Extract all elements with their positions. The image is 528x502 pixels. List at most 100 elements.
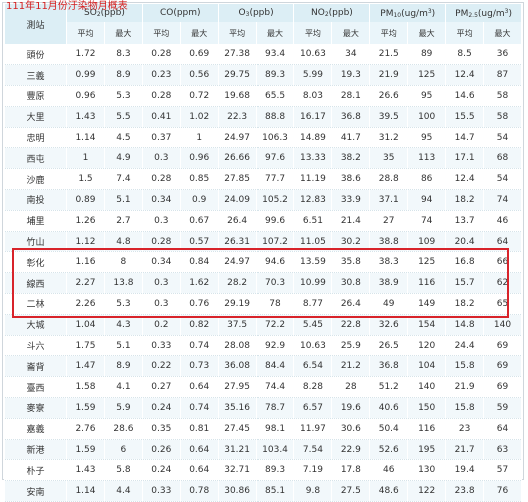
so2-max-cell: 8.9 <box>103 64 143 87</box>
pm25-avg-cell: 14.7 <box>445 127 485 149</box>
so2-max-cell: 5.3 <box>103 293 143 315</box>
pm25-avg-cell: 18.2 <box>445 189 485 211</box>
table-row: 新港 1.59 6 0.26 0.64 31.21 103.4 7.54 22.9 52.6 195… <box>3 439 522 461</box>
co-max-cell: 0.67 <box>179 210 219 232</box>
pm25-avg-cell: 17.1 <box>445 147 485 170</box>
pm10-avg-cell: 27 <box>369 210 409 232</box>
o3-max-cell: 74.4 <box>255 376 295 399</box>
no2-max-cell: 26.4 <box>331 293 371 315</box>
so2-max-cell: 7.4 <box>103 168 143 191</box>
co-avg-cell: 0.3 <box>141 293 181 315</box>
no2-max-cell: 21.2 <box>331 355 371 378</box>
pm10-avg-cell: 39.5 <box>369 106 409 128</box>
co-avg-cell: 0.24 <box>141 397 181 419</box>
table-row: 朴子 1.43 5.8 0.24 0.64 32.71 89.3 7.19 17.8 46 130 1… <box>3 459 522 482</box>
station-name-cell: 新港 <box>3 439 68 461</box>
no2-max-cell: 33.9 <box>331 189 371 211</box>
pm25-max-cell: 58 <box>483 106 522 128</box>
o3-avg-cell: 37.5 <box>217 314 257 336</box>
so2-avg-cell: 1 <box>66 147 105 170</box>
o3-avg-cell: 36.08 <box>217 355 257 378</box>
table-row: 臺西 1.58 4.1 0.27 0.64 27.95 74.4 8.28 28 51.2 140 2… <box>3 376 522 399</box>
no2-avg-cell: 6.54 <box>293 355 333 378</box>
pm25-avg-cell: 12.4 <box>445 64 485 87</box>
pm25-avg-cell: 24.4 <box>445 335 485 357</box>
station-name-cell: 線西 <box>3 272 68 295</box>
so2-max-cell: 6 <box>103 439 143 461</box>
so2-avg-cell: 2.76 <box>66 418 105 440</box>
station-name-cell: 大里 <box>3 106 68 128</box>
co-avg-cell: 0.28 <box>141 231 181 253</box>
no2-avg-cell: 13.33 <box>293 147 333 170</box>
pm25-max-cell: 65 <box>483 293 522 315</box>
co-avg-cell: 0.35 <box>141 418 181 440</box>
o3-avg-cell: 26.31 <box>217 231 257 253</box>
pm10-avg-cell: 38.3 <box>369 251 409 274</box>
co-avg-cell: 0.41 <box>141 106 181 128</box>
pm25-max-cell: 63 <box>483 439 522 461</box>
no2-max-cell: 30.8 <box>331 272 371 295</box>
pm25-max-cell: 54 <box>483 127 522 149</box>
co-avg-cell: 0.28 <box>141 85 181 107</box>
table-row: 忠明 1.14 4.5 0.37 1 24.97 106.3 14.89 41.7 31.2 95 1… <box>3 127 522 149</box>
so2-avg-cell: 1.43 <box>66 106 105 128</box>
o3-avg-cell: 35.16 <box>217 397 257 419</box>
pm25-max-header: 最大 <box>483 22 522 44</box>
so2-max-header: 最大 <box>103 22 143 44</box>
so2-avg-cell: 2.26 <box>66 293 105 315</box>
o3-avg-cell: 28.2 <box>217 272 257 295</box>
station-name-cell: 三義 <box>3 64 68 87</box>
pm10-max-cell: 154 <box>407 314 447 336</box>
so2-avg-cell: 1.14 <box>66 127 105 149</box>
pm25-avg-cell: 15.8 <box>445 355 485 378</box>
station-name-cell: 南投 <box>3 189 68 211</box>
pm25-avg-cell: 15.8 <box>445 397 485 419</box>
o3-max-cell: 107.2 <box>255 231 295 253</box>
no2-max-cell: 19.6 <box>331 397 371 419</box>
o3-max-cell: 84.4 <box>255 355 295 378</box>
table-row: 大城 1.04 4.3 0.2 0.82 37.5 72.2 5.45 22.8 32.6 154 1… <box>3 314 522 336</box>
station-name-cell: 西屯 <box>3 147 68 170</box>
pm10-avg-cell: 36.8 <box>369 355 409 378</box>
no2-avg-cell: 6.57 <box>293 397 333 419</box>
so2-avg-header: 平均 <box>66 22 105 44</box>
so2-avg-cell: 1.72 <box>66 44 105 66</box>
pm25-avg-cell: 20.4 <box>445 231 485 253</box>
table-row: 大里 1.43 5.5 0.41 1.02 22.3 88.8 16.17 36.8 39.5 10… <box>3 106 522 128</box>
no2-max-cell: 41.7 <box>331 127 371 149</box>
so2-avg-cell: 1.59 <box>66 439 105 461</box>
o3-max-cell: 77.7 <box>255 168 295 191</box>
table-row: 頭份 1.72 8.3 0.28 0.69 27.38 93.4 10.63 34 21.5 89 8… <box>3 44 522 66</box>
co-max-cell: 0.56 <box>179 64 219 87</box>
air-quality-table: 測站 SO2(ppb) CO(ppm) O3(ppb) NO2(ppb) PM1… <box>3 4 522 502</box>
pm10-avg-cell: 37.1 <box>369 189 409 211</box>
no2-max-cell: 25.9 <box>331 335 371 357</box>
co-max-cell: 1 <box>179 127 219 149</box>
no2-avg-cell: 8.77 <box>293 293 333 315</box>
o3-avg-cell: 27.38 <box>217 44 257 66</box>
no2-max-cell: 28.1 <box>331 85 371 107</box>
station-name-cell: 大城 <box>3 314 68 336</box>
pm25-avg-cell: 12.4 <box>445 168 485 191</box>
so2-avg-cell: 1.43 <box>66 459 105 482</box>
pm10-max-cell: 125 <box>407 64 447 87</box>
no2-max-cell: 36.8 <box>331 106 371 128</box>
no2-avg-cell: 11.97 <box>293 418 333 440</box>
co-max-cell: 0.57 <box>179 231 219 253</box>
pm25-avg-cell: 21.9 <box>445 376 485 399</box>
o3-avg-cell: 24.97 <box>217 251 257 274</box>
pm25-max-cell: 66 <box>483 251 522 274</box>
co-avg-cell: 0.33 <box>141 335 181 357</box>
station-name-cell: 臺西 <box>3 376 68 399</box>
pm25-avg-cell: 18.2 <box>445 293 485 315</box>
pm25-header: PM2.5(ug/m3) <box>445 4 522 22</box>
so2-max-cell: 8.9 <box>103 355 143 378</box>
o3-max-cell: 99.6 <box>255 210 295 232</box>
o3-max-cell: 78 <box>255 293 295 315</box>
co-avg-cell: 0.24 <box>141 459 181 482</box>
co-avg-cell: 0.28 <box>141 168 181 191</box>
pm10-max-cell: 113 <box>407 147 447 170</box>
table-row: 線西 2.27 13.8 0.3 1.62 28.2 70.3 10.99 30.8 38.9 11… <box>3 272 522 295</box>
station-name-cell: 竹山 <box>3 231 68 253</box>
co-max-cell: 0.96 <box>179 147 219 170</box>
